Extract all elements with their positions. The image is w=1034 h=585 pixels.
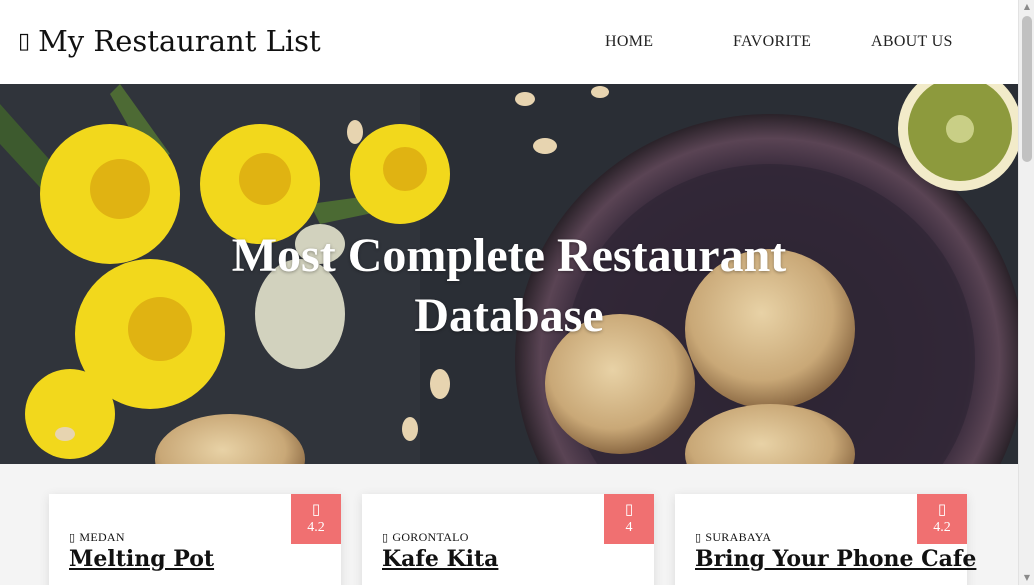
rating-badge: ▯ 4.2 <box>291 494 341 544</box>
rating-badge: ▯ 4.2 <box>917 494 967 544</box>
restaurant-city: ▯ GORONTALO <box>382 530 469 545</box>
location-pin-icon: ▯ <box>382 531 389 544</box>
restaurant-card[interactable]: ▯ 4.2 ▯ MEDAN Melting Pot <box>49 494 341 585</box>
hero-title: Most Complete Restaurant Database <box>0 226 1018 346</box>
star-icon: ▯ <box>624 500 634 518</box>
rating-value: 4.2 <box>933 520 951 535</box>
city-label: MEDAN <box>79 530 125 544</box>
nav-home[interactable]: HOME <box>605 33 653 51</box>
rating-value: 4 <box>625 520 633 535</box>
restaurant-name-link[interactable]: Bring Your Phone Cafe <box>695 546 976 572</box>
nav-about-us[interactable]: ABOUT US <box>871 33 953 51</box>
location-pin-icon: ▯ <box>695 531 702 544</box>
hero-title-line2: Database <box>414 289 604 342</box>
scrollbar-thumb[interactable] <box>1022 16 1032 162</box>
rating-value: 4.2 <box>307 520 325 535</box>
brand-icon: ▯ <box>18 28 31 54</box>
scroll-down-arrow-icon[interactable]: ▼ <box>1019 571 1034 585</box>
city-label: GORONTALO <box>392 530 469 544</box>
restaurant-name-link[interactable]: Kafe Kita <box>382 546 498 572</box>
restaurant-list: ▯ 4.2 ▯ MEDAN Melting Pot ▯ 4 ▯ GORONTAL… <box>0 464 1018 585</box>
restaurant-city: ▯ MEDAN <box>69 530 125 545</box>
restaurant-card[interactable]: ▯ 4.2 ▯ SURABAYA Bring Your Phone Cafe <box>675 494 976 585</box>
scroll-up-arrow-icon[interactable]: ▲ <box>1019 0 1034 14</box>
restaurant-name-link[interactable]: Melting Pot <box>69 546 214 572</box>
star-icon: ▯ <box>937 500 947 518</box>
hero-banner: Most Complete Restaurant Database <box>0 84 1018 464</box>
restaurant-card[interactable]: ▯ 4 ▯ GORONTALO Kafe Kita <box>362 494 654 585</box>
restaurant-city: ▯ SURABAYA <box>695 530 771 545</box>
vertical-scrollbar[interactable]: ▲ ▼ <box>1018 0 1034 585</box>
app-header: ▯ My Restaurant List HOME FAVORITE ABOUT… <box>0 0 1018 84</box>
star-icon: ▯ <box>311 500 321 518</box>
brand-link[interactable]: ▯ My Restaurant List <box>18 24 321 58</box>
location-pin-icon: ▯ <box>69 531 76 544</box>
city-label: SURABAYA <box>705 530 772 544</box>
nav-favorite[interactable]: FAVORITE <box>733 33 811 51</box>
brand-title: My Restaurant List <box>38 24 321 58</box>
hero-title-line1: Most Complete Restaurant <box>231 229 787 282</box>
rating-badge: ▯ 4 <box>604 494 654 544</box>
